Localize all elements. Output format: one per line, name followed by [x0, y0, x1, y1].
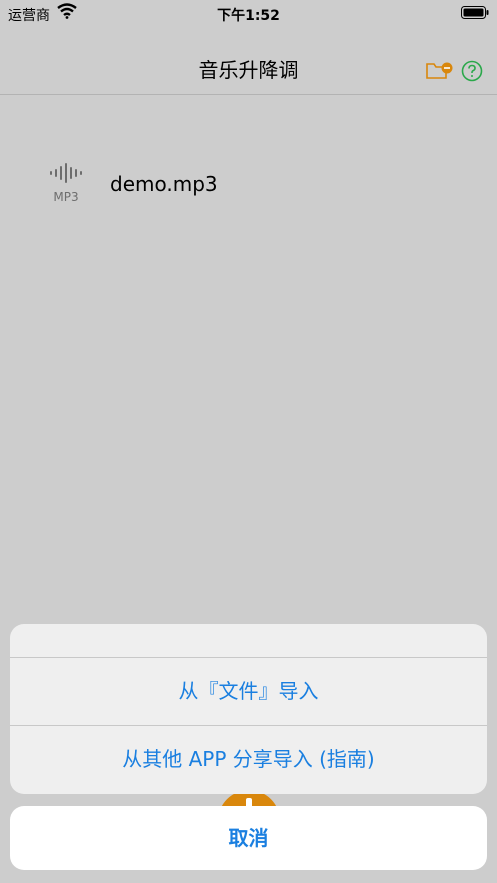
- question-circle-icon[interactable]: [461, 60, 483, 82]
- file-list-item[interactable]: MP3 demo.mp3: [0, 150, 497, 220]
- folder-minus-icon[interactable]: [425, 60, 453, 82]
- cancel-button[interactable]: 取消: [10, 806, 487, 870]
- import-from-files-button[interactable]: 从『文件』导入: [10, 658, 487, 726]
- status-time: 下午1:52: [217, 8, 280, 24]
- status-bar: 运营商 下午1:52: [0, 0, 497, 30]
- action-sheet-header: [10, 624, 487, 658]
- file-name: demo.mp3: [110, 172, 218, 196]
- file-type-label: MP3: [53, 190, 79, 204]
- navigation-bar: 音乐升降调: [0, 40, 497, 95]
- battery-icon: [461, 6, 489, 19]
- import-from-other-app-button[interactable]: 从其他 APP 分享导入 (指南): [10, 726, 487, 793]
- page-title: 音乐升降调: [198, 58, 299, 82]
- action-sheet: 从『文件』导入 从其他 APP 分享导入 (指南): [10, 624, 487, 794]
- audio-waveform-icon: MP3: [44, 162, 88, 208]
